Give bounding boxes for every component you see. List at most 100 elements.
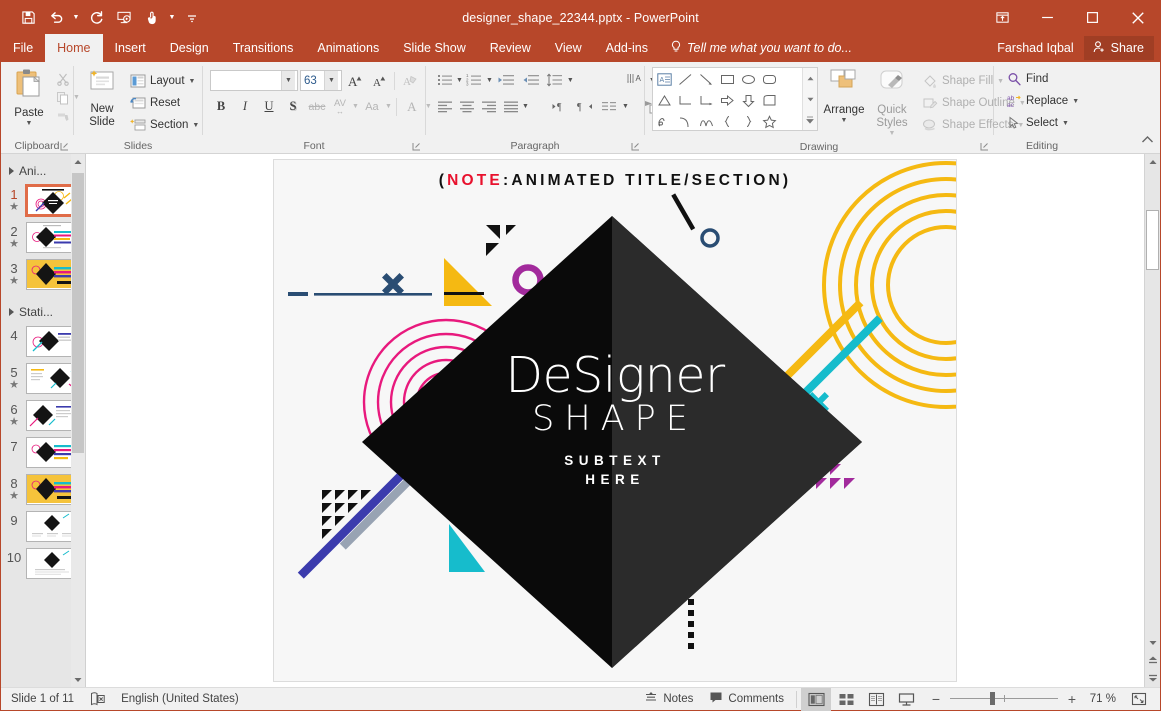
shape-arc-icon[interactable] [675,111,696,132]
shape-rectangle-icon[interactable] [717,69,738,90]
layout-button[interactable]: Layout ▼ [126,70,203,92]
shape-more-icon[interactable] [780,69,801,90]
slide-scroll-up-button[interactable] [1145,154,1160,170]
tab-transitions[interactable]: Transitions [221,34,306,62]
comments-button[interactable]: Comments [701,688,792,711]
slide-indicator[interactable]: Slide 1 of 11 [1,688,82,711]
customize-qat-button[interactable] [179,6,205,30]
arrange-dropdown-icon[interactable]: ▼ [841,117,848,124]
tab-home[interactable]: Home [45,34,103,62]
columns-dropdown-icon[interactable]: ▼ [622,103,629,110]
decrease-font-size-button[interactable]: A [368,70,390,91]
collapse-ribbon-button[interactable] [1141,132,1154,150]
replace-dropdown-icon[interactable]: ▼ [1072,98,1079,105]
numbering-button[interactable]: 123 [464,70,485,90]
select-button[interactable]: Select ▼ [1003,112,1073,134]
slide-scroll-thumb[interactable] [1146,210,1159,270]
tell-me-search[interactable]: Tell me what you want to do... [660,34,860,62]
tab-file[interactable]: File [1,34,46,62]
format-painter-button[interactable] [53,107,73,126]
start-presentation-button[interactable] [111,6,137,30]
rtl-direction-button[interactable]: ¶ [574,96,598,116]
slide-scroll-track[interactable] [1145,170,1160,635]
align-right-button[interactable] [478,96,499,116]
reset-button[interactable]: Reset [126,92,203,114]
view-normal-button[interactable] [801,687,831,711]
shape-more-row3-icon[interactable] [780,111,801,132]
shape-left-brace-icon[interactable] [717,111,738,132]
increase-font-size-button[interactable]: A [344,70,366,91]
ribbon-display-options-button[interactable] [980,1,1025,34]
next-slide-button[interactable] [1145,669,1160,687]
zoom-slider-handle[interactable] [990,692,995,705]
view-slide-sorter-button[interactable] [831,688,861,711]
text-shadow-button[interactable]: S [282,96,304,117]
tab-view[interactable]: View [543,34,594,62]
tab-animations[interactable]: Animations [305,34,391,62]
character-spacing-button[interactable]: AV ↔ [330,96,350,117]
layout-dropdown-icon[interactable]: ▼ [189,78,196,85]
shape-right-brace-icon[interactable] [738,111,759,132]
shape-more-row2-icon[interactable] [780,90,801,111]
font-name-dropdown-icon[interactable]: ▼ [281,71,295,90]
character-spacing-dropdown-icon[interactable]: ▼ [352,103,359,110]
clear-formatting-button[interactable]: A [399,70,421,91]
strikethrough-button[interactable]: abc [306,96,328,117]
replace-button[interactable]: ab ac Replace ▼ [1003,90,1083,112]
zoom-slider[interactable] [950,690,1058,708]
thumbnail-scroll-up-button[interactable] [71,154,85,169]
shape-elbow-connector-icon[interactable] [675,90,696,111]
align-left-button[interactable] [434,96,455,116]
share-button[interactable]: Share [1083,36,1154,60]
underline-button[interactable]: U [258,96,280,117]
zoom-percentage[interactable]: 71 % [1086,693,1116,705]
slide-canvas[interactable]: (NOTE:ANIMATED TITLE/SECTION) DeSigner S… [274,160,956,681]
paste-button[interactable]: Paste ▼ [7,67,51,130]
shape-star-icon[interactable] [759,111,780,132]
shapes-scroll-up-button[interactable] [803,68,817,89]
tab-insert[interactable]: Insert [103,34,158,62]
view-reading-button[interactable] [861,688,891,711]
select-dropdown-icon[interactable]: ▼ [1062,120,1069,127]
section-collapse-icon[interactable] [9,308,14,316]
increase-indent-button[interactable] [519,70,543,90]
copy-button[interactable] [53,88,73,107]
undo-button[interactable] [43,6,69,30]
touch-mode-button[interactable] [139,6,165,30]
shape-curve-icon[interactable] [696,111,717,132]
shape-triangle-icon[interactable] [654,90,675,111]
redo-button[interactable] [83,6,109,30]
zoom-out-button[interactable]: − [929,690,943,708]
maximize-button[interactable] [1070,1,1115,34]
section-collapse-icon[interactable] [9,167,14,175]
user-account[interactable]: Farshad Iqbal [989,41,1081,55]
shape-oval-icon[interactable] [738,69,759,90]
thumbnail-panel-scrollbar[interactable] [71,154,85,687]
shape-elbow-arrow-icon[interactable] [696,90,717,111]
arrange-button[interactable]: Arrange ▼ [822,67,866,127]
tab-slide-show[interactable]: Slide Show [391,34,478,62]
font-name-input[interactable]: ▼ [210,70,298,91]
change-case-dropdown-icon[interactable]: ▼ [385,103,392,110]
shapes-more-button[interactable] [803,109,817,131]
fit-slide-to-window-button[interactable] [1124,688,1154,711]
zoom-in-button[interactable]: + [1065,690,1079,708]
shape-rounded-rect-icon[interactable] [759,69,780,90]
tab-add-ins[interactable]: Add-ins [594,34,660,62]
columns-button[interactable] [599,96,621,116]
shapes-gallery[interactable]: A [652,67,818,131]
spell-check-button[interactable] [82,688,113,711]
quick-styles-button[interactable]: Quick Styles ▼ [870,67,914,140]
cut-button[interactable] [53,69,73,88]
section-button[interactable]: Section ▼ [126,114,203,136]
thumbnail-scroll-thumb[interactable] [72,173,84,453]
font-size-dropdown-icon[interactable]: ▼ [324,71,338,90]
shape-line-icon[interactable] [675,69,696,90]
section-dropdown-icon[interactable]: ▼ [192,122,199,129]
shapes-scroll-down-button[interactable] [803,88,817,110]
undo-dropdown-icon[interactable]: ▼ [71,6,81,30]
bullets-button[interactable] [434,70,455,90]
tab-review[interactable]: Review [478,34,543,62]
italic-button[interactable]: I [234,96,256,117]
justify-dropdown-icon[interactable]: ▼ [522,103,529,110]
